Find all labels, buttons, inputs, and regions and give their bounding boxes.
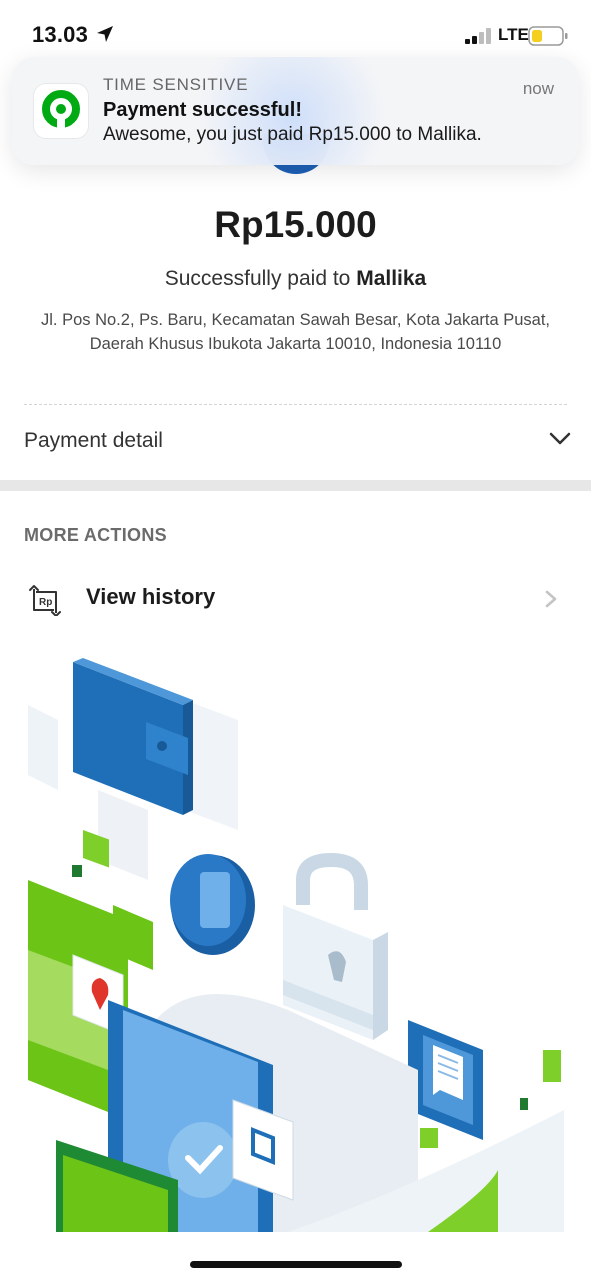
notification-time: now [522,79,554,98]
signal-icon [465,28,491,44]
payment-detail-toggle[interactable]: Payment detail [0,406,591,478]
merchant-address: Jl. Pos No.2, Ps. Baru, Kecamatan Sawah … [40,311,550,353]
chevron-right-icon [545,590,557,608]
notification-kicker: TIME SENSITIVE [103,75,249,94]
notification-body: Awesome, you just paid Rp15.000 to Malli… [103,124,482,145]
notification-banner[interactable]: TIME SENSITIVE Payment successful! Aweso… [12,57,579,165]
home-indicator[interactable] [190,1261,402,1268]
dashed-divider [24,404,567,405]
svg-text:Rp: Rp [39,597,52,608]
status-time: 13.03 [32,22,89,47]
view-history-label: View history [86,584,216,609]
gopay-app-icon [34,84,88,138]
merchant-name: Mallika [356,267,427,290]
location-arrow-icon [97,26,113,42]
notification-title: Payment successful! [103,99,302,121]
view-history-button[interactable]: Rp View history [0,570,591,628]
battery-icon [528,26,568,46]
paid-amount: Rp15.000 [214,204,377,245]
section-divider [0,480,591,491]
chevron-down-icon [549,432,571,445]
paid-prefix: Successfully paid to [164,267,351,290]
payment-detail-label: Payment detail [24,429,163,452]
more-actions-title: MORE ACTIONS [24,525,167,545]
security-illustration [28,658,564,1232]
paid-to-line: Successfully paid to Mallika [0,267,591,291]
network-type: LTE [498,25,529,44]
rp-history-icon: Rp [29,585,61,616]
